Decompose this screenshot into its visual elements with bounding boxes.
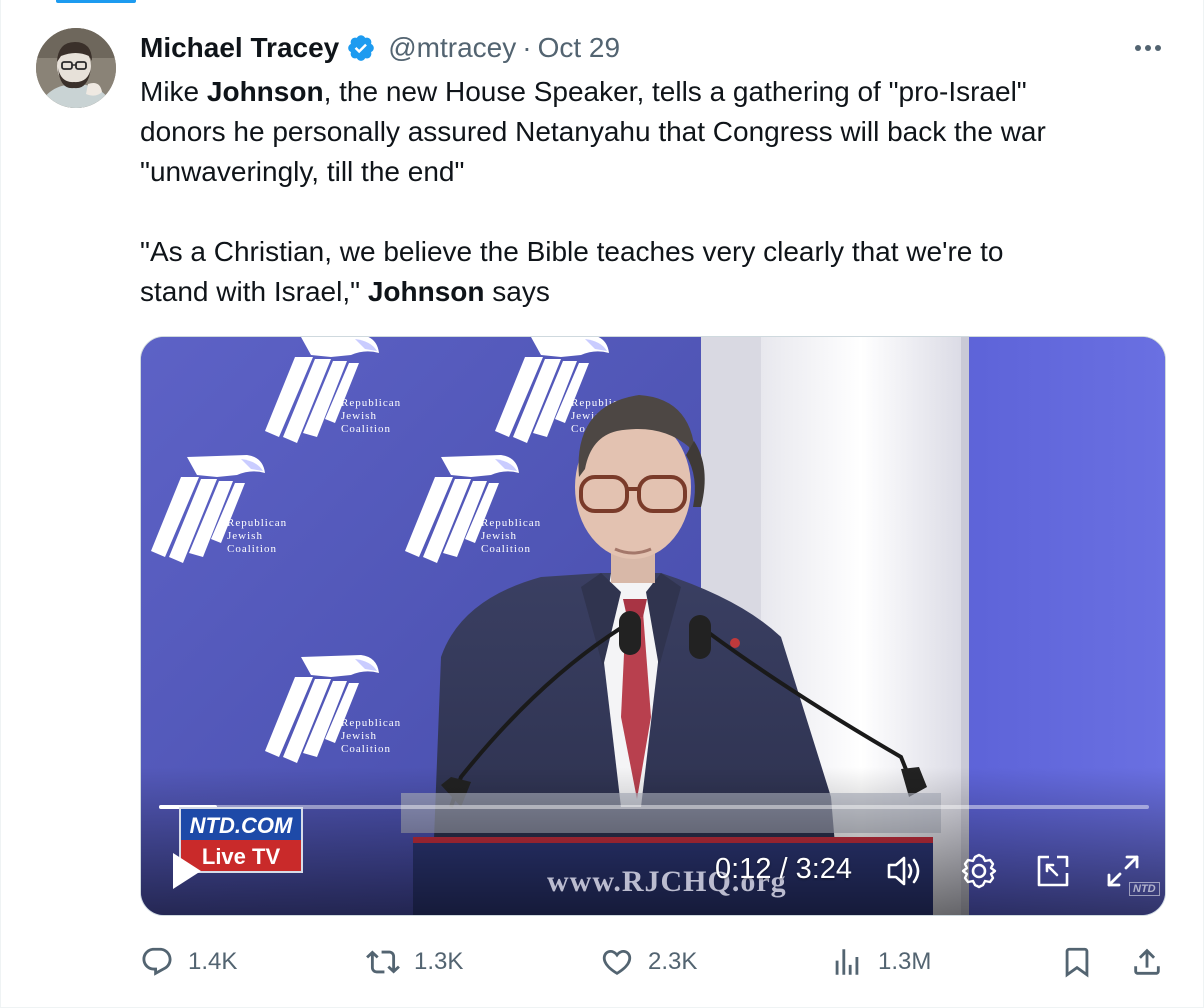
avatar-image: [36, 28, 116, 108]
handle[interactable]: @mtracey: [388, 32, 516, 64]
heart-icon: [602, 949, 632, 975]
bookmark-button[interactable]: [1060, 940, 1108, 984]
tweet-text: Mike Johnson, the new House Speaker, tel…: [140, 72, 1180, 312]
reply-count: 1.4K: [188, 948, 238, 975]
more-dot: [1135, 45, 1141, 51]
verified-badge-icon[interactable]: [346, 33, 376, 63]
avatar[interactable]: [36, 28, 116, 108]
reply-icon: [142, 947, 172, 976]
video-progress-bar[interactable]: [159, 805, 1149, 809]
video-time: 0:12 / 3:24: [715, 853, 853, 885]
more-dot: [1145, 45, 1151, 51]
dock-icon[interactable]: [1033, 851, 1073, 891]
tweet-text-line: "As a Christian, we believe the Bible te…: [140, 232, 1180, 272]
repost-button[interactable]: 1.3K: [366, 940, 463, 984]
tweet-text-segment: Mike: [140, 76, 207, 107]
repost-count: 1.3K: [414, 948, 464, 975]
tweet-text-segment: "unwaveringly, till the end": [140, 156, 465, 187]
separator-dot: ·: [522, 32, 532, 63]
more-options-icon[interactable]: [1126, 34, 1170, 62]
tweet-text-segment: "As a Christian, we believe the Bible te…: [140, 236, 1004, 267]
tweet-text-bold: Johnson: [206, 76, 324, 107]
tweet-text-segment: stand with Israel,": [140, 276, 368, 307]
like-button[interactable]: 2.3K: [600, 940, 697, 984]
tweet-actions: 1.4K 1.3K 2.3K 1.3M: [140, 940, 1170, 984]
volume-icon[interactable]: [885, 851, 925, 891]
tweet-header: Michael Tracey @mtracey · Oct 29: [140, 30, 620, 66]
display-name[interactable]: Michael Tracey: [140, 32, 339, 64]
ntd-watermark: NTD: [1129, 882, 1160, 896]
like-count: 2.3K: [648, 948, 698, 975]
play-icon[interactable]: [171, 851, 203, 891]
tweet-paragraph-gap: [140, 192, 1180, 232]
tweet-text-bold: Johnson: [367, 276, 485, 307]
views-icon: [835, 949, 859, 975]
tweet-text-line: stand with Israel," Johnson says: [140, 272, 1180, 312]
tweet-text-segment: , the new House Speaker, tells a gatheri…: [323, 76, 1027, 107]
share-button[interactable]: [1130, 940, 1178, 984]
views-button[interactable]: 1.3M: [830, 940, 931, 984]
reply-button[interactable]: 1.4K: [140, 940, 237, 984]
views-count: 1.3M: [878, 948, 932, 975]
more-dot: [1155, 45, 1161, 51]
tweet-text-line: Mike Johnson, the new House Speaker, tel…: [140, 72, 1180, 112]
settings-icon[interactable]: [959, 851, 999, 891]
tweet-text-line: donors he personally assured Netanyahu t…: [140, 112, 1180, 152]
tweet-text-line: "unwaveringly, till the end": [140, 152, 1180, 192]
ntd-badge-top: NTD.COM: [179, 807, 303, 840]
tweet-date[interactable]: Oct 29: [538, 32, 620, 64]
bookmark-icon: [1065, 947, 1089, 978]
tweet-text-segment: donors he personally assured Netanyahu t…: [140, 116, 1046, 147]
share-icon: [1134, 948, 1160, 975]
top-accent-bar: [56, 0, 136, 3]
tweet-text-segment: says: [484, 276, 550, 307]
video-player[interactable]: Republican Jewish Coalition Republican Jewis…: [140, 336, 1166, 916]
repost-icon: [366, 950, 400, 974]
